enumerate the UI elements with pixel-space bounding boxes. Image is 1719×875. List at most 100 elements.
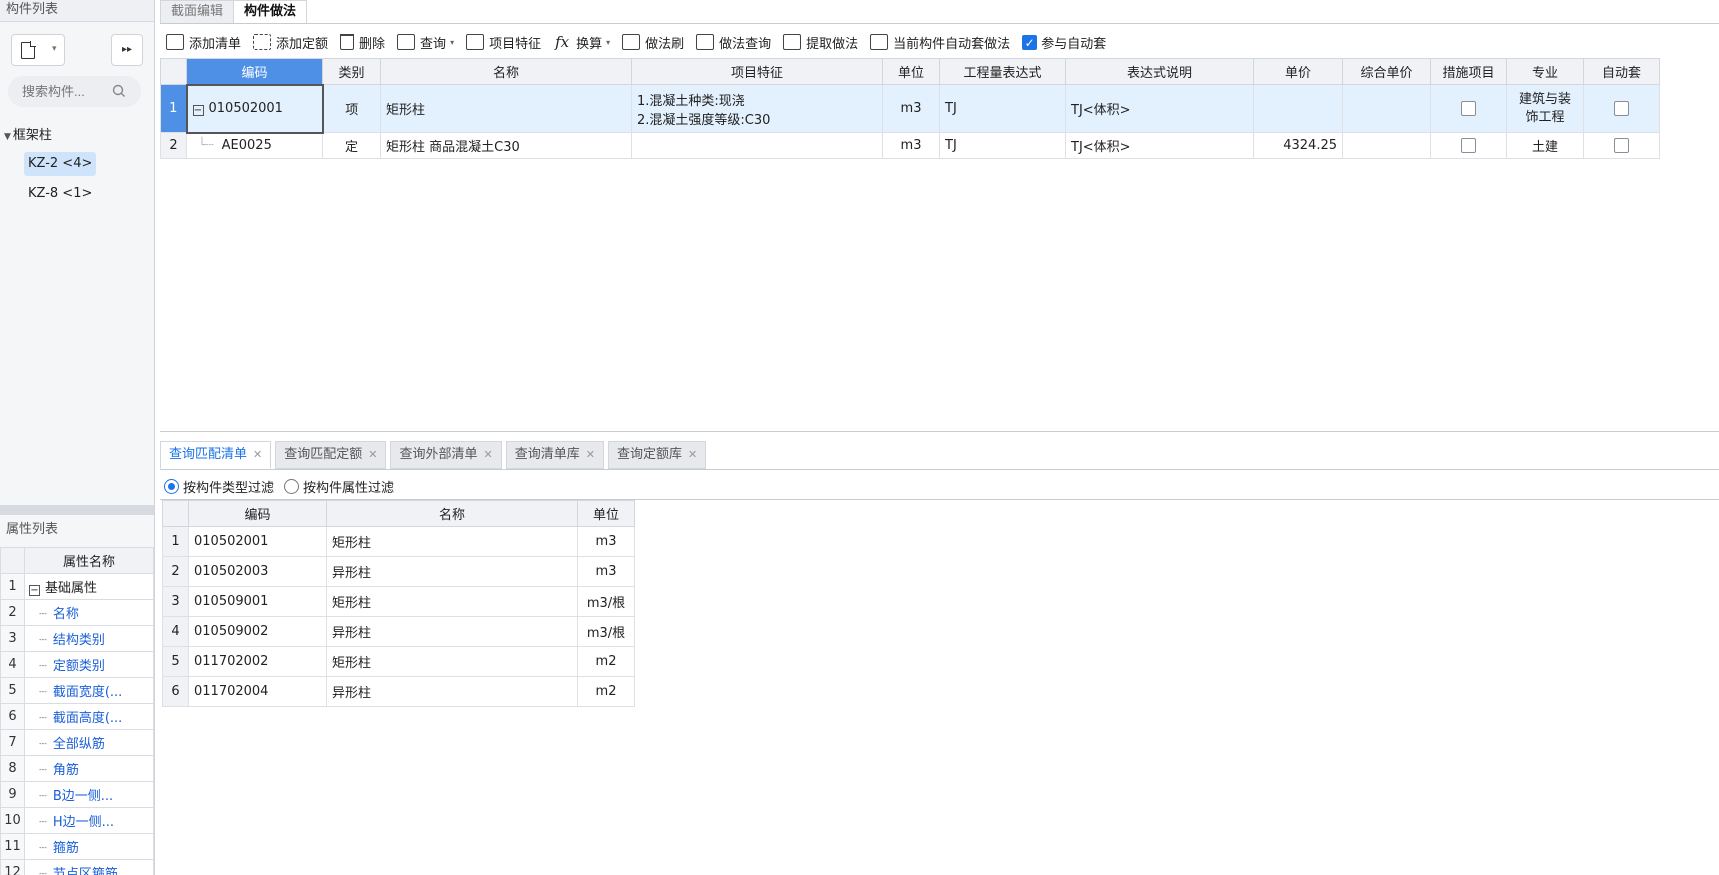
expand-icon[interactable]: ▸▸ bbox=[111, 34, 143, 66]
tab-query-list-library[interactable]: 查询清单库 ✕ bbox=[505, 441, 604, 469]
auto-cell[interactable] bbox=[1583, 84, 1660, 133]
radio-filter-by-type[interactable] bbox=[164, 478, 179, 494]
table-row[interactable]: 4 ┄ 定额类别 bbox=[0, 651, 154, 678]
table-row[interactable]: 11 ┄ 箍筋 bbox=[0, 833, 154, 860]
col-expr-desc[interactable]: 表达式说明 bbox=[1065, 58, 1254, 85]
convert-button[interactable]: fx 换算 ▾ bbox=[547, 29, 616, 55]
prop-group[interactable]: − 基础属性 bbox=[24, 573, 154, 600]
price-cell[interactable] bbox=[1253, 84, 1343, 133]
chevron-down-icon[interactable]: ▾ bbox=[52, 44, 57, 54]
table-row[interactable]: 10 ┄ H边一侧... bbox=[0, 807, 154, 834]
table-row[interactable]: 5 011702002 矩形柱 m2 bbox=[162, 646, 635, 677]
col-total-price[interactable]: 综合单价 bbox=[1342, 58, 1431, 85]
prop-name[interactable]: ┄ 结构类别 bbox=[24, 625, 154, 652]
col-price[interactable]: 单价 bbox=[1253, 58, 1343, 85]
type-cell[interactable]: 定 bbox=[322, 132, 381, 159]
prop-name[interactable]: ┄ 定额类别 bbox=[24, 651, 154, 678]
collapse-icon[interactable]: − bbox=[29, 585, 40, 596]
panel-splitter[interactable] bbox=[0, 505, 154, 515]
major-cell[interactable]: 建筑与装 饰工程 bbox=[1506, 84, 1584, 133]
checkbox-checked-icon[interactable]: ✓ bbox=[1022, 34, 1038, 50]
close-icon[interactable]: ✕ bbox=[586, 448, 595, 461]
prop-name[interactable]: ┄ 截面高度(... bbox=[24, 703, 154, 730]
table-row[interactable]: 8 ┄ 角筋 bbox=[0, 755, 154, 782]
price-cell[interactable]: 4324.25 bbox=[1253, 132, 1343, 159]
search-icon[interactable] bbox=[112, 84, 126, 98]
name-cell[interactable]: 矩形柱 bbox=[326, 526, 578, 557]
table-row[interactable]: 12 ┄ 节点区箍筋 bbox=[0, 859, 154, 875]
table-row[interactable]: 1− 基础属性 bbox=[0, 573, 154, 600]
tree-node-frame-column[interactable]: ▼ 框架柱 bbox=[4, 124, 52, 143]
type-cell[interactable]: 项 bbox=[322, 84, 381, 133]
tree-item-kz2[interactable]: KZ-2 <4> bbox=[24, 152, 97, 176]
name-cell[interactable]: 异形柱 bbox=[326, 676, 578, 707]
extract-method-button[interactable]: 提取做法 bbox=[777, 29, 864, 55]
chevron-down-icon[interactable]: ▾ bbox=[450, 38, 454, 47]
code-cell[interactable]: 010502003 bbox=[188, 556, 327, 587]
tab-query-quota-library[interactable]: 查询定额库 ✕ bbox=[607, 441, 707, 469]
col-type[interactable]: 类别 bbox=[322, 58, 381, 85]
measure-cell[interactable] bbox=[1430, 132, 1507, 159]
tab-query-match-list[interactable]: 查询匹配清单 ✕ bbox=[160, 441, 272, 469]
expr-cell[interactable]: TJ bbox=[939, 84, 1066, 133]
method-query-button[interactable]: 做法查询 bbox=[690, 29, 777, 55]
tab-section-edit[interactable]: 截面编辑 bbox=[160, 0, 235, 24]
col-unit[interactable]: 单位 bbox=[577, 500, 635, 527]
method-brush-button[interactable]: 做法刷 bbox=[616, 29, 690, 55]
table-row[interactable]: 1 −010502001 项 矩形柱 1.混凝土种类:现浇 2.混凝土强度等级:C… bbox=[160, 83, 1660, 134]
chevron-down-icon[interactable]: ▾ bbox=[606, 38, 610, 47]
close-icon[interactable]: ✕ bbox=[253, 448, 262, 461]
col-unit[interactable]: 单位 bbox=[882, 58, 940, 85]
radio-filter-by-attr[interactable] bbox=[284, 478, 300, 494]
col-auto[interactable]: 自动套 bbox=[1583, 58, 1660, 85]
table-row[interactable]: 7 ┄ 全部纵筋 bbox=[0, 729, 154, 756]
table-row[interactable]: 6 011702004 异形柱 m2 bbox=[162, 676, 635, 707]
measure-checkbox[interactable] bbox=[1461, 138, 1476, 153]
name-cell[interactable]: 异形柱 bbox=[326, 616, 578, 647]
auto-checkbox[interactable] bbox=[1614, 138, 1629, 153]
table-row[interactable]: 2 ┄ 名称 bbox=[0, 599, 154, 626]
code-cell[interactable]: └┄ AE0025 bbox=[186, 132, 323, 159]
unit-cell[interactable]: m3/根 bbox=[577, 586, 635, 617]
col-measure[interactable]: 措施项目 bbox=[1430, 58, 1507, 85]
collapse-icon[interactable]: − bbox=[192, 105, 204, 116]
filter-by-attr-label[interactable]: 按构件属性过滤 bbox=[303, 477, 394, 496]
code-cell[interactable]: 011702002 bbox=[188, 646, 327, 677]
total-price-cell[interactable] bbox=[1342, 84, 1431, 133]
table-row[interactable]: 6 ┄ 截面高度(... bbox=[0, 703, 154, 730]
table-row[interactable]: 9 ┄ B边一侧... bbox=[0, 781, 154, 808]
unit-cell[interactable]: m3 bbox=[882, 132, 940, 159]
name-cell[interactable]: 矩形柱 商品混凝土C30 bbox=[380, 132, 632, 159]
prop-name[interactable]: ┄ 箍筋 bbox=[24, 833, 154, 860]
prop-name[interactable]: ┄ H边一侧... bbox=[24, 807, 154, 834]
name-cell[interactable]: 异形柱 bbox=[326, 556, 578, 587]
features-cell[interactable]: 1.混凝土种类:现浇 2.混凝土强度等级:C30 bbox=[631, 84, 883, 133]
code-cell[interactable]: −010502001 bbox=[185, 83, 324, 134]
col-major[interactable]: 专业 bbox=[1506, 58, 1584, 85]
name-cell[interactable]: 矩形柱 bbox=[326, 586, 578, 617]
add-list-button[interactable]: 添加清单 bbox=[160, 29, 247, 55]
table-row[interactable]: 3 ┄ 结构类别 bbox=[0, 625, 154, 652]
code-cell[interactable]: 010502001 bbox=[188, 526, 327, 557]
code-cell[interactable]: 011702004 bbox=[188, 676, 327, 707]
features-button[interactable]: 项目特征 bbox=[460, 29, 547, 55]
prop-name[interactable]: ┄ 节点区箍筋 bbox=[24, 859, 154, 875]
delete-button[interactable]: 删除 bbox=[334, 29, 391, 55]
unit-cell[interactable]: m3 bbox=[577, 526, 635, 557]
code-cell[interactable]: 010509001 bbox=[188, 586, 327, 617]
prop-name[interactable]: ┄ 全部纵筋 bbox=[24, 729, 154, 756]
prop-name[interactable]: ┄ 角筋 bbox=[24, 755, 154, 782]
name-cell[interactable]: 矩形柱 bbox=[326, 646, 578, 677]
expr-cell[interactable]: TJ bbox=[939, 132, 1066, 159]
tab-query-match-quota[interactable]: 查询匹配定额 ✕ bbox=[275, 441, 387, 469]
col-name[interactable]: 名称 bbox=[380, 58, 632, 85]
new-component-button[interactable]: ▾ bbox=[11, 34, 65, 66]
close-icon[interactable]: ✕ bbox=[688, 448, 697, 461]
col-code[interactable]: 编码 bbox=[186, 58, 323, 85]
code-cell[interactable]: 010509002 bbox=[188, 616, 327, 647]
measure-checkbox[interactable] bbox=[1461, 101, 1476, 116]
prop-name[interactable]: ┄ 名称 bbox=[24, 599, 154, 626]
table-row[interactable]: 2 └┄ AE0025 定 矩形柱 商品混凝土C30 m3 TJ TJ<体积> 4… bbox=[160, 132, 1660, 159]
measure-cell[interactable] bbox=[1430, 84, 1507, 133]
expr-desc-cell[interactable]: TJ<体积> bbox=[1065, 132, 1254, 159]
